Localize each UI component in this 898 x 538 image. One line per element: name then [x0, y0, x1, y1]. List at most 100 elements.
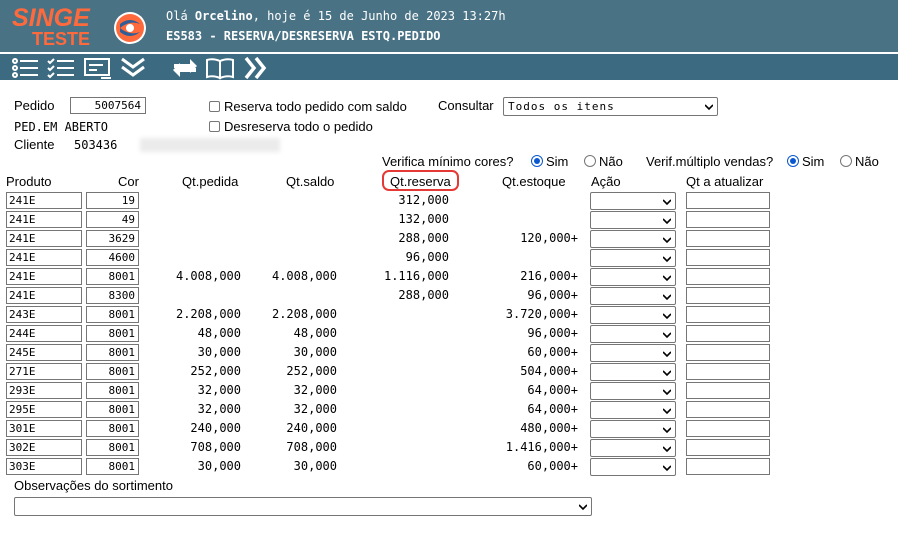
produto-input[interactable]: 301E: [6, 420, 82, 437]
cor-input[interactable]: 8001: [86, 268, 139, 285]
cor-input[interactable]: 8001: [86, 344, 139, 361]
produto-input[interactable]: 303E: [6, 458, 82, 475]
cor-input[interactable]: 8001: [86, 382, 139, 399]
acao-select[interactable]: [590, 382, 676, 400]
table-row: 241E 3629 288,000 120,000+: [0, 230, 898, 249]
book-icon[interactable]: [205, 56, 235, 80]
observacoes-select[interactable]: [14, 497, 592, 516]
verif-multiplo-sim-radio[interactable]: [787, 155, 799, 167]
cor-input[interactable]: 8001: [86, 420, 139, 437]
verif-multiplo-nao-radio[interactable]: [840, 155, 852, 167]
qt-saldo-value: 30,000: [293, 345, 337, 359]
acao-select[interactable]: [590, 344, 676, 362]
cor-input[interactable]: 8001: [86, 325, 139, 342]
qt-atualizar-input[interactable]: [686, 211, 770, 228]
desreserva-todo-checkbox[interactable]: [209, 121, 220, 132]
cor-input[interactable]: 49: [86, 211, 139, 228]
acao-select[interactable]: [590, 439, 676, 457]
qt-estoque-value: 64,000+: [527, 383, 578, 397]
verif-multiplo-nao-label: Não: [855, 154, 879, 169]
col-qt-estoque: Qt.estoque: [502, 174, 566, 189]
produto-input[interactable]: 241E: [6, 287, 82, 304]
acao-select[interactable]: [590, 230, 676, 248]
qt-pedida-value: 32,000: [197, 402, 241, 416]
qt-saldo-value: 2.208,000: [271, 307, 337, 321]
chevron-down-icon: [663, 465, 671, 472]
consultar-select[interactable]: Todos os itens: [503, 97, 718, 116]
produto-input[interactable]: 271E: [6, 363, 82, 380]
cor-input[interactable]: 8001: [86, 439, 139, 456]
chevron-down-icon: [663, 313, 671, 320]
verifica-cores-label: Verifica mínimo cores?: [382, 154, 514, 169]
produto-input[interactable]: 241E: [6, 192, 82, 209]
double-chevron-right-icon[interactable]: [242, 56, 272, 80]
qt-saldo-value: 32,000: [293, 383, 337, 397]
produto-input[interactable]: 241E: [6, 249, 82, 266]
produto-input[interactable]: 293E: [6, 382, 82, 399]
qt-atualizar-input[interactable]: [686, 363, 770, 380]
acao-select[interactable]: [590, 268, 676, 286]
cor-input[interactable]: 8001: [86, 401, 139, 418]
acao-select[interactable]: [590, 249, 676, 267]
acao-select[interactable]: [590, 211, 676, 229]
produto-input[interactable]: 243E: [6, 306, 82, 323]
cor-input[interactable]: 4600: [86, 249, 139, 266]
refresh-icon[interactable]: [170, 56, 200, 80]
table-row: 245E 8001 30,000 30,000 60,000+: [0, 344, 898, 363]
produto-input[interactable]: 241E: [6, 211, 82, 228]
qt-estoque-value: 216,000+: [520, 269, 578, 283]
acao-select[interactable]: [590, 325, 676, 343]
reserva-todo-checkbox[interactable]: [209, 101, 220, 112]
acao-select[interactable]: [590, 192, 676, 210]
verifica-cores-sim-radio[interactable]: [531, 155, 543, 167]
cor-input[interactable]: 8001: [86, 458, 139, 475]
acao-select[interactable]: [590, 306, 676, 324]
col-qt-atualizar: Qt a atualizar: [686, 174, 764, 189]
produto-input[interactable]: 241E: [6, 268, 82, 285]
cor-input[interactable]: 8001: [86, 363, 139, 380]
qt-atualizar-input[interactable]: [686, 230, 770, 247]
qt-reserva-value: 132,000: [398, 212, 449, 226]
qt-saldo-value: 48,000: [293, 326, 337, 340]
qt-atualizar-input[interactable]: [686, 268, 770, 285]
verifica-cores-nao-radio[interactable]: [584, 155, 596, 167]
produto-input[interactable]: 295E: [6, 401, 82, 418]
qt-atualizar-input[interactable]: [686, 382, 770, 399]
qt-atualizar-input[interactable]: [686, 325, 770, 342]
produto-input[interactable]: 241E: [6, 230, 82, 247]
qt-estoque-value: 3.720,000+: [505, 307, 578, 321]
produto-input[interactable]: 245E: [6, 344, 82, 361]
list-icon[interactable]: [10, 56, 40, 80]
qt-atualizar-input[interactable]: [686, 287, 770, 304]
cor-input[interactable]: 19: [86, 192, 139, 209]
produto-input[interactable]: 244E: [6, 325, 82, 342]
checklist-icon[interactable]: [46, 56, 76, 80]
qt-estoque-value: 60,000+: [527, 345, 578, 359]
table-row: 241E 19 312,000: [0, 192, 898, 211]
table-row: 295E 8001 32,000 32,000 64,000+: [0, 401, 898, 420]
qt-atualizar-input[interactable]: [686, 458, 770, 475]
qt-pedida-value: 708,000: [190, 440, 241, 454]
acao-select[interactable]: [590, 458, 676, 476]
acao-select[interactable]: [590, 287, 676, 305]
chevron-down-icon: [663, 294, 671, 301]
table-row: 303E 8001 30,000 30,000 60,000+: [0, 458, 898, 477]
qt-atualizar-input[interactable]: [686, 306, 770, 323]
cor-input[interactable]: 3629: [86, 230, 139, 247]
verifica-cores-nao-label: Não: [599, 154, 623, 169]
produto-input[interactable]: 302E: [6, 439, 82, 456]
cor-input[interactable]: 8001: [86, 306, 139, 323]
qt-atualizar-input[interactable]: [686, 439, 770, 456]
qt-atualizar-input[interactable]: [686, 420, 770, 437]
cor-input[interactable]: 8300: [86, 287, 139, 304]
pedido-input[interactable]: 5007564: [70, 97, 146, 114]
card-icon[interactable]: [83, 56, 113, 80]
qt-atualizar-input[interactable]: [686, 401, 770, 418]
qt-atualizar-input[interactable]: [686, 344, 770, 361]
acao-select[interactable]: [590, 420, 676, 438]
double-chevron-down-icon[interactable]: [119, 56, 149, 80]
acao-select[interactable]: [590, 401, 676, 419]
qt-atualizar-input[interactable]: [686, 249, 770, 266]
acao-select[interactable]: [590, 363, 676, 381]
qt-atualizar-input[interactable]: [686, 192, 770, 209]
